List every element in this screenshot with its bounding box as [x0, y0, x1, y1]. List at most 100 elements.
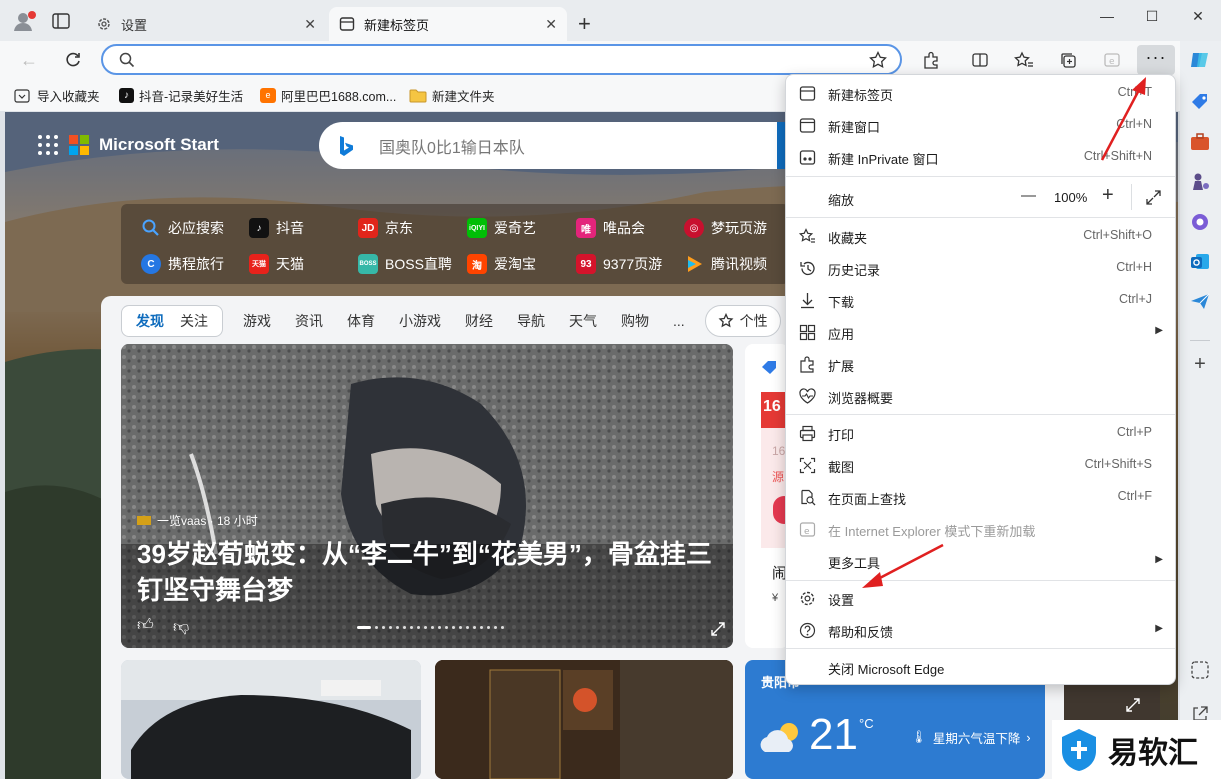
carousel-dots[interactable] — [357, 626, 504, 629]
settings-and-more-button[interactable]: ··· — [1137, 45, 1175, 75]
outlook-icon[interactable] — [1189, 251, 1211, 273]
tab-discover[interactable]: 发现 — [128, 311, 172, 331]
zoom-in-button[interactable]: + — [1102, 184, 1114, 207]
side-ad-card[interactable]: 16 16 源 闹 ¥ — [745, 344, 789, 648]
menu-item-inprivate[interactable]: 新建 InPrivate 窗口 Ctrl+Shift+N — [786, 141, 1175, 173]
quick-link-douyin[interactable]: ♪ 抖音 — [249, 218, 304, 238]
menu-item-find[interactable]: 在页面上查找 Ctrl+F — [786, 481, 1175, 513]
thumbs-down-icon[interactable]: 👎︎ — [173, 618, 189, 637]
apps-grid-icon[interactable] — [37, 134, 59, 156]
tab-new-tab[interactable]: 新建标签页 ✕ — [329, 7, 567, 41]
send-plane-icon[interactable] — [1189, 291, 1211, 313]
menu-item-new-tab[interactable]: 新建标签页 Ctrl+T — [786, 77, 1175, 109]
feed-tab[interactable]: 体育 — [335, 311, 387, 331]
close-icon[interactable]: ✕ — [545, 16, 557, 33]
quick-link-mengwan[interactable]: ◎ 梦玩页游 — [684, 218, 767, 238]
menu-item-screenshot[interactable]: 截图 Ctrl+Shift+S — [786, 449, 1175, 481]
car-image — [121, 660, 421, 779]
quick-link-jd[interactable]: JD 京东 — [358, 218, 413, 238]
hero-title[interactable]: 39岁赵荀蜕变：从“李二牛”到“花美男”，骨盆挂三钉坚守舞台梦 — [137, 536, 717, 608]
back-button[interactable]: ← — [15, 47, 43, 73]
alibaba-icon: e — [260, 88, 276, 103]
douyin-icon: ♪ — [249, 218, 269, 238]
profile-avatar-icon[interactable] — [12, 10, 36, 32]
microsoft-start-logo[interactable]: Microsoft Start — [37, 134, 219, 156]
quick-link-ctrip[interactable]: C 携程旅行 — [141, 254, 224, 274]
window-close-button[interactable]: ✕ — [1182, 8, 1214, 28]
quick-link-boss[interactable]: BOSS BOSS直聘 — [358, 254, 452, 274]
weather-forecast[interactable]: 🌡︎ 星期六气温下降 › — [911, 728, 1031, 747]
news-card-car[interactable] — [121, 660, 421, 779]
thumbs-up-icon[interactable]: 👍︎ — [137, 616, 154, 635]
new-tab-button[interactable]: + — [578, 11, 591, 37]
fullscreen-icon[interactable] — [1146, 190, 1161, 205]
games-chess-icon[interactable] — [1189, 171, 1211, 193]
favorite-item[interactable]: 导入收藏夹 — [14, 86, 100, 105]
more-tabs-button[interactable]: ... — [661, 313, 697, 329]
expand-icon[interactable] — [711, 622, 725, 636]
feed-tab[interactable]: 资讯 — [283, 311, 335, 331]
quick-link-vip[interactable]: 唯唯品会 — [576, 218, 645, 238]
personalize-icon — [718, 313, 734, 329]
quick-link-aitaobao[interactable]: 淘爱淘宝 — [467, 254, 536, 274]
copilot-icon[interactable] — [1189, 49, 1211, 71]
close-icon[interactable]: ✕ — [304, 16, 316, 33]
feed-tab[interactable]: 导航 — [505, 311, 557, 331]
feed-tab[interactable]: 购物 — [609, 311, 661, 331]
quick-link-9377[interactable]: 93 9377页游 — [576, 254, 662, 274]
extensions-icon — [799, 356, 816, 373]
ie-mode-icon[interactable]: e — [1098, 47, 1126, 73]
menu-item-new-window[interactable]: 新建窗口 Ctrl+N — [786, 109, 1175, 141]
favorite-item[interactable]: e 阿里巴巴1688.com... — [260, 86, 396, 105]
tab-actions-icon[interactable] — [52, 13, 70, 29]
minimize-button[interactable]: — — [1091, 8, 1123, 28]
menu-item-browser-essentials[interactable]: 浏览器概要 — [786, 380, 1175, 412]
menu-item-favorites[interactable]: 收藏夹 Ctrl+Shift+O — [786, 220, 1175, 252]
favorite-item[interactable]: ♪ 抖音-记录美好生活 — [119, 86, 243, 105]
hero-article[interactable]: 一览vaas · 18 小时 39岁赵荀蜕变：从“李二牛”到“花美男”，骨盆挂三… — [121, 344, 733, 648]
feed-tab[interactable]: 财经 — [453, 311, 505, 331]
maximize-button[interactable]: ☐ — [1136, 8, 1168, 28]
feed-tab[interactable]: 天气 — [557, 311, 609, 331]
feed-tab[interactable]: 小游戏 — [387, 311, 453, 331]
tools-briefcase-icon[interactable] — [1189, 131, 1211, 153]
address-input[interactable] — [143, 50, 843, 70]
star-icon[interactable] — [869, 51, 887, 69]
corner-tile — [1064, 680, 1160, 720]
zoom-out-button[interactable]: — — [1021, 187, 1036, 204]
hero-source[interactable]: 一览vaas · 18 小时 — [137, 512, 258, 529]
menu-item-history[interactable]: 历史记录 Ctrl+H — [786, 252, 1175, 284]
menu-item-close-edge[interactable]: 关闭 Microsoft Edge — [786, 651, 1175, 683]
game-image — [435, 660, 733, 779]
address-bar[interactable] — [101, 44, 902, 75]
split-screen-icon[interactable] — [966, 47, 994, 73]
tab-follow[interactable]: 关注 — [172, 311, 216, 331]
quick-link-tmall[interactable]: 天猫 天猫 — [249, 254, 304, 274]
menu-item-downloads[interactable]: 下载 Ctrl+J — [786, 284, 1175, 316]
m365-icon[interactable] — [1189, 211, 1211, 233]
favorites-icon[interactable] — [1010, 47, 1038, 73]
screenshot-sidebar-icon[interactable] — [1189, 659, 1211, 681]
extensions-icon[interactable] — [917, 47, 945, 73]
quick-link-bing[interactable]: 必应搜索 — [141, 218, 224, 238]
menu-item-settings[interactable]: 设置 — [786, 582, 1175, 614]
menu-item-print[interactable]: 打印 Ctrl+P — [786, 417, 1175, 449]
menu-item-more-tools[interactable]: 更多工具 ▶ — [786, 545, 1175, 577]
quick-link-tencent-video[interactable]: 腾讯视频 — [684, 254, 767, 274]
quick-link-iqiyi[interactable]: iQIYI 爱奇艺 — [467, 218, 536, 238]
news-card-game[interactable] — [435, 660, 733, 779]
expand-icon[interactable] — [1126, 698, 1140, 712]
feed-tab[interactable]: 游戏 — [231, 311, 283, 331]
ctrip-icon: C — [141, 254, 161, 274]
personalize-button[interactable]: 个性 — [704, 305, 781, 337]
menu-item-help-feedback[interactable]: 帮助和反馈 ▶ — [786, 614, 1175, 646]
menu-item-extensions[interactable]: 扩展 — [786, 348, 1175, 380]
add-sidebar-app-icon[interactable]: + — [1189, 353, 1211, 375]
collections-icon[interactable] — [1054, 47, 1082, 73]
favorite-item[interactable]: 新建文件夹 — [409, 86, 495, 105]
shopping-tag-icon[interactable] — [1189, 91, 1211, 113]
menu-item-apps[interactable]: 应用 ▶ — [786, 316, 1175, 348]
web-search-box[interactable]: 国奥队0比1输日本队 — [319, 122, 789, 169]
refresh-button[interactable] — [59, 47, 87, 73]
tab-settings[interactable]: 设置 ✕ — [86, 7, 326, 41]
